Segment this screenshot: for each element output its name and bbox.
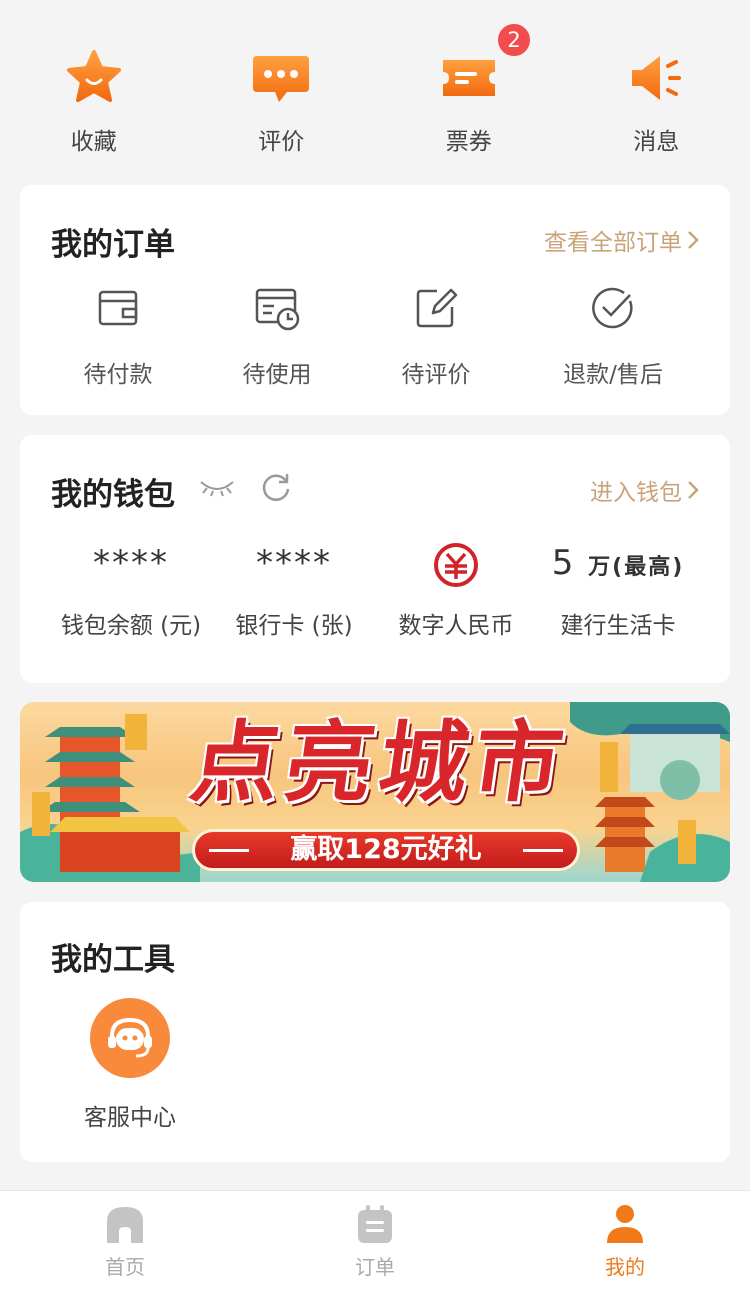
wallet-row: **** 钱包余额 (元) **** 银行卡 (张) 数字人民币 5 万(最高)… [20,540,730,650]
refund-aftersale-label: 退款/售后 [563,362,663,388]
digital-rmb-item[interactable]: 数字人民币 [371,540,541,650]
reviews-label: 评价 [258,129,305,155]
wallet-title: 我的钱包 [51,477,175,513]
refund-aftersale-button[interactable]: 退款/售后 [533,285,693,395]
order-icon [358,1205,392,1243]
bank-card-value: **** [256,543,332,583]
wallet-tools [198,471,292,503]
eye-closed-icon[interactable] [198,474,236,500]
nav-profile-label: 我的 [605,1255,645,1279]
calendar-clock-icon [255,288,300,331]
tools-card: 我的工具 客服中心 [20,902,730,1162]
quick-actions: 收藏 评价 票券 2 消息 [0,0,750,175]
order-status-row: 待付款 待使用 待评价 退款/售后 [20,285,730,395]
ccb-life-card-item[interactable]: 5 万(最高) 建行生活卡 [533,540,703,650]
enter-wallet-label: 进入钱包 [590,480,682,506]
wallet-card: 我的钱包 进入钱包 **** 钱包余额 (元) **** 银行卡 (张) 数字人… [20,435,730,683]
tickets-button[interactable]: 票券 2 [375,0,563,175]
nav-home[interactable]: 首页 [0,1191,250,1291]
digital-rmb-icon [434,542,478,587]
favorites-label: 收藏 [70,129,117,155]
pending-review-button[interactable]: 待评价 [356,285,516,395]
nav-home-label: 首页 [105,1255,145,1279]
bank-card-label: 银行卡 (张) [235,613,353,639]
wallet-icon [98,290,138,326]
nav-orders[interactable]: 订单 [250,1191,500,1291]
messages-button[interactable]: 消息 [563,0,750,175]
pending-payment-label: 待付款 [83,362,153,388]
ccb-life-card-unit: 万(最高) [588,555,685,580]
digital-rmb-value [371,540,541,587]
ccb-life-card-value: 5 万(最高) [533,540,703,586]
ccb-life-card-amount: 5 [551,543,576,583]
favorites-button[interactable]: 收藏 [0,0,188,175]
speaker-icon [632,56,682,100]
nav-profile[interactable]: 我的 [500,1191,750,1291]
pending-use-button[interactable]: 待使用 [197,285,357,395]
orders-title: 我的订单 [51,227,175,263]
star-icon [66,50,121,102]
customer-service-label: 客服中心 [84,1105,176,1131]
bottom-nav: 首页 订单 我的 [0,1190,750,1291]
enter-wallet-link[interactable]: 进入钱包 [590,473,700,507]
pending-use-label: 待使用 [242,362,312,388]
digital-rmb-label: 数字人民币 [398,613,514,639]
edit-icon [416,288,458,328]
nav-orders-label: 订单 [355,1255,395,1279]
chevron-right-icon [688,481,699,499]
home-icon [107,1207,143,1243]
promo-banner[interactable]: 点亮城市 赢取128元好礼 [20,702,730,882]
view-all-orders-label: 查看全部订单 [544,230,682,256]
reviews-button[interactable]: 评价 [188,0,376,175]
wallet-balance-value: **** [93,543,169,583]
tickets-badge: 2 [496,22,532,58]
profile-icon [607,1205,643,1243]
pending-review-label: 待评价 [401,362,471,388]
view-all-orders-link[interactable]: 查看全部订单 [544,223,700,257]
banner-subtitle: 赢取128元好礼 [192,829,580,871]
customer-service-button[interactable]: 客服中心 [68,998,192,1138]
bank-card-item[interactable]: **** 银行卡 (张) [209,540,379,650]
wallet-balance-item[interactable]: **** 钱包余额 (元) [46,540,216,650]
orders-card: 我的订单 查看全部订单 待付款 待使用 待评价 退款/售后 [20,185,730,415]
banner-title: 点亮城市 [184,710,576,814]
comment-icon [253,56,310,102]
tools-title: 我的工具 [51,942,175,978]
chevron-right-icon [688,231,699,249]
tickets-label: 票券 [445,129,492,155]
check-circle-icon [592,287,633,329]
ticket-icon [442,60,495,96]
pending-payment-button[interactable]: 待付款 [38,285,198,395]
wallet-balance-label: 钱包余额 (元) [60,613,202,639]
refresh-icon[interactable] [260,471,292,503]
customer-service-icon [90,998,170,1078]
ccb-life-card-label: 建行生活卡 [560,613,676,639]
messages-label: 消息 [633,129,680,155]
